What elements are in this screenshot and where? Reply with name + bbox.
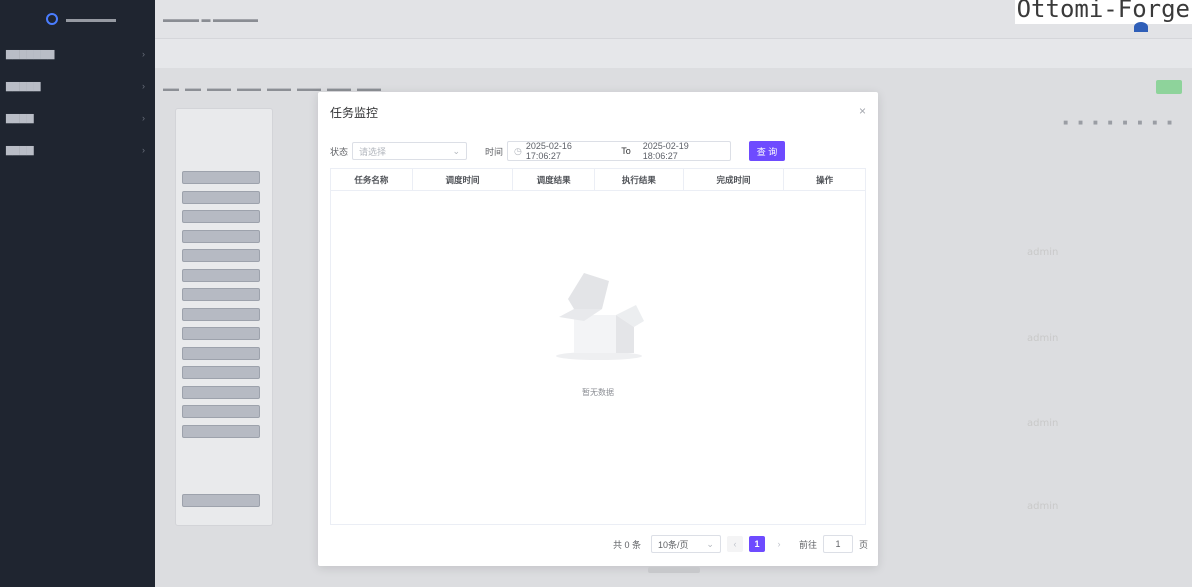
watermark: admin [1027, 247, 1059, 258]
sidebar-item-3[interactable]: ▇▇▇▇ › [0, 102, 155, 134]
time-label: 时间 [485, 146, 504, 157]
user-avatar-icon[interactable] [1134, 22, 1148, 32]
page-unit: 页 [858, 539, 868, 550]
column-header: 操作 [816, 175, 834, 185]
close-icon[interactable]: × [859, 104, 866, 118]
filter-bar: 状态 请选择 ⌄ 时间 ◷ 2025-02-16 17:06:27 To 202… [330, 141, 786, 161]
pagination: 共 0 条 10条/页 ⌄ ‹ 1 › 前往 1 页 [613, 535, 868, 553]
clock-icon: ◷ [514, 145, 522, 156]
palette-item[interactable] [182, 308, 260, 321]
palette-item[interactable] [182, 288, 260, 301]
palette-item[interactable] [182, 405, 260, 418]
column-header: 完成时间 [684, 169, 785, 191]
column-header: 执行结果 [595, 169, 684, 191]
total-count: 共 0 条 [612, 539, 641, 550]
component-palette [175, 108, 273, 526]
palette-item[interactable] [182, 347, 260, 360]
chevron-down-icon: ⌄ [452, 145, 461, 156]
empty-text: 暂无数据 [582, 388, 614, 397]
run-button[interactable] [1156, 80, 1182, 94]
palette-item[interactable] [182, 171, 260, 184]
bottom-bar [648, 567, 700, 573]
query-button[interactable]: 查 询 [749, 141, 786, 161]
empty-box-icon [556, 273, 644, 360]
goto-input[interactable]: 1 [822, 535, 853, 553]
sidebar-item-4[interactable]: ▇▇▇▇ › [0, 134, 155, 166]
palette-item[interactable] [182, 494, 260, 507]
end-time[interactable]: 2025-02-19 18:06:27 [643, 141, 724, 161]
status-label: 状态 [330, 146, 349, 157]
dialog-title: 任务监控 [330, 106, 379, 120]
page-size-value: 10条/页 [657, 539, 689, 550]
logo-icon [46, 13, 58, 25]
column-header: 调度结果 [513, 169, 595, 191]
date-range-picker[interactable]: ◷ 2025-02-16 17:06:27 To 2025-02-19 18:0… [507, 141, 732, 161]
column-header: 调度时间 [413, 169, 514, 191]
tags-bar [155, 38, 1192, 68]
brand-caption: Ottomi-Forge [1014, 0, 1192, 24]
task-table: 任务名称 调度时间 调度结果 执行结果 完成时间 操作 暂无数据 [330, 168, 866, 525]
status-select[interactable]: 请选择 ⌄ [352, 142, 468, 160]
palette-item[interactable] [182, 386, 260, 399]
palette-item[interactable] [182, 210, 260, 223]
watermark: admin [1027, 501, 1059, 512]
chevron-down-icon: ⌄ [706, 538, 714, 549]
column-header: 任务名称 [331, 169, 413, 191]
palette-item[interactable] [182, 191, 260, 204]
status-placeholder: 请选择 [359, 146, 387, 157]
app-logo: ▬▬▬▬▬ [0, 0, 155, 38]
palette-item[interactable] [182, 327, 260, 340]
canvas-tools: ■ ■ ■ ■ ■ ■ ■ ■ [1063, 118, 1172, 127]
page-number[interactable]: 1 [748, 536, 765, 552]
sidebar-item-2[interactable]: ▇▇▇▇▇ › [0, 70, 155, 102]
prev-page-button[interactable]: ‹ [726, 536, 743, 552]
palette-item[interactable] [182, 425, 260, 438]
palette-item[interactable] [182, 366, 260, 379]
palette-item[interactable] [182, 249, 260, 262]
sidebar-item-1[interactable]: ▇▇▇▇▇▇▇ › [0, 38, 155, 70]
to-label: To [621, 146, 631, 156]
palette-item[interactable] [182, 230, 260, 243]
palette-item[interactable] [182, 269, 260, 282]
page-size-select[interactable]: 10条/页 ⌄ [650, 535, 721, 553]
next-page-button[interactable]: › [771, 536, 787, 552]
goto-label: 前往 [798, 539, 817, 550]
sidebar: ▬▬▬▬▬ ▇▇▇▇▇▇▇ › ▇▇▇▇▇ › ▇▇▇▇ › ▇▇▇▇ › [0, 0, 155, 587]
table-header: 任务名称 调度时间 调度结果 执行结果 完成时间 操作 [331, 169, 865, 191]
task-monitor-dialog: 任务监控 × 状态 请选择 ⌄ 时间 ◷ 2025-02-16 17:06:27… [318, 92, 878, 566]
start-time[interactable]: 2025-02-16 17:06:27 [526, 141, 607, 161]
watermark: admin [1027, 418, 1059, 429]
watermark: admin [1027, 333, 1059, 344]
